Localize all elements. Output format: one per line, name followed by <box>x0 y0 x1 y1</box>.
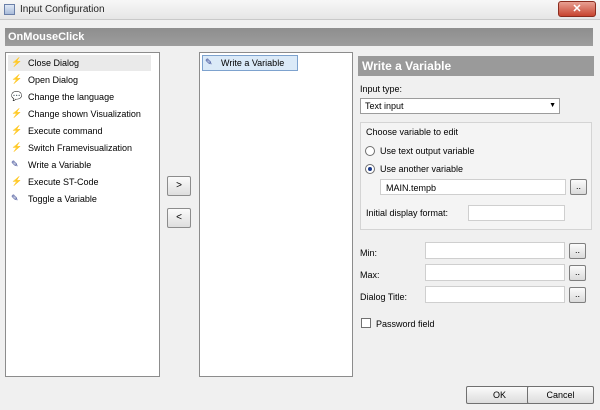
browse-min-button[interactable]: .. <box>569 243 586 259</box>
browse-variable-button[interactable]: .. <box>570 179 587 195</box>
list-item-label: Close Dialog <box>28 58 80 68</box>
list-item[interactable]: ⚡ Execute ST-Code <box>8 174 151 190</box>
list-item[interactable]: ⚡ Switch Framevisualization <box>8 140 151 156</box>
browse-max-button[interactable]: .. <box>569 265 586 281</box>
lightning-icon: ⚡ <box>11 57 23 67</box>
ok-button[interactable]: OK <box>466 386 533 404</box>
lightning-icon: ⚡ <box>11 176 23 186</box>
variable-icon: ✎ <box>205 57 213 67</box>
password-checkbox-label[interactable]: Password field <box>376 319 435 329</box>
dialog-title-field[interactable] <box>425 286 565 303</box>
text-output-radio[interactable] <box>365 146 375 156</box>
event-title: OnMouseClick <box>8 31 85 43</box>
list-item-label: Toggle a Variable <box>28 194 97 204</box>
display-format-field[interactable] <box>468 205 565 221</box>
min-field[interactable] <box>425 242 565 259</box>
speech-bubble-icon: 💬 <box>11 91 23 101</box>
password-checkbox[interactable] <box>361 318 371 328</box>
max-label: Max: <box>360 270 380 280</box>
variable-icon: ✎ <box>11 193 19 203</box>
list-item-label: Change the language <box>28 92 115 102</box>
input-type-value: Text input <box>365 101 404 111</box>
list-item[interactable]: ⚡ Change shown Visualization <box>8 106 151 122</box>
lightning-icon: ⚡ <box>11 108 23 118</box>
choose-variable-label: Choose variable to edit <box>366 127 459 137</box>
cancel-button[interactable]: Cancel <box>527 386 594 404</box>
add-action-button[interactable]: > <box>167 176 191 196</box>
list-item-label: Switch Framevisualization <box>28 143 133 153</box>
list-item-label: Execute ST-Code <box>28 177 99 187</box>
selected-actions-list[interactable]: ✎ Write a Variable <box>199 52 353 377</box>
chevron-down-icon: ▼ <box>549 102 556 109</box>
lightning-icon: ⚡ <box>11 74 23 84</box>
variable-group: Choose variable to edit Use text output … <box>360 122 592 230</box>
another-variable-radio[interactable] <box>365 164 375 174</box>
max-field[interactable] <box>425 264 565 281</box>
list-item[interactable]: ✎ Write a Variable <box>202 55 298 71</box>
list-item-label: Execute command <box>28 126 103 136</box>
another-variable-radio-label[interactable]: Use another variable <box>380 164 463 174</box>
list-item-label: Change shown Visualization <box>28 109 141 119</box>
event-header: OnMouseClick <box>5 28 593 46</box>
list-item[interactable]: ⚡ Execute command <box>8 123 151 139</box>
window-title: Input Configuration <box>20 4 105 15</box>
list-item[interactable]: ✎ Write a Variable <box>8 157 151 173</box>
lightning-icon: ⚡ <box>11 142 23 152</box>
lightning-icon: ⚡ <box>11 125 23 135</box>
action-settings-panel: Write a Variable Input type: Text input … <box>358 56 594 374</box>
dialog-title-label: Dialog Title: <box>360 292 408 302</box>
list-item[interactable]: ⚡ Close Dialog <box>8 55 151 71</box>
variable-field[interactable]: MAIN.tempb <box>380 179 566 195</box>
remove-action-button[interactable]: < <box>167 208 191 228</box>
display-format-label: Initial display format: <box>366 208 449 218</box>
list-item[interactable]: ⚡ Open Dialog <box>8 72 151 88</box>
list-item-label: Open Dialog <box>28 75 79 85</box>
app-icon <box>4 4 15 15</box>
variable-icon: ✎ <box>11 159 19 169</box>
input-type-select[interactable]: Text input ▼ <box>360 98 560 114</box>
min-label: Min: <box>360 248 378 258</box>
list-item-label: Write a Variable <box>221 58 285 68</box>
list-item-label: Write a Variable <box>28 160 92 170</box>
title-bar: Input Configuration ✕ <box>0 0 600 20</box>
close-button[interactable]: ✕ <box>558 1 596 17</box>
text-output-radio-label[interactable]: Use text output variable <box>380 146 475 156</box>
available-actions-list[interactable]: ⚡ Close Dialog ⚡ Open Dialog 💬 Change th… <box>5 52 160 377</box>
variable-value: MAIN.tempb <box>386 183 437 193</box>
browse-dialog-title-button[interactable]: .. <box>569 287 586 303</box>
list-item[interactable]: 💬 Change the language <box>8 89 151 105</box>
panel-title: Write a Variable <box>358 56 594 76</box>
list-item[interactable]: ✎ Toggle a Variable <box>8 191 151 207</box>
input-type-label: Input type: <box>360 84 403 94</box>
